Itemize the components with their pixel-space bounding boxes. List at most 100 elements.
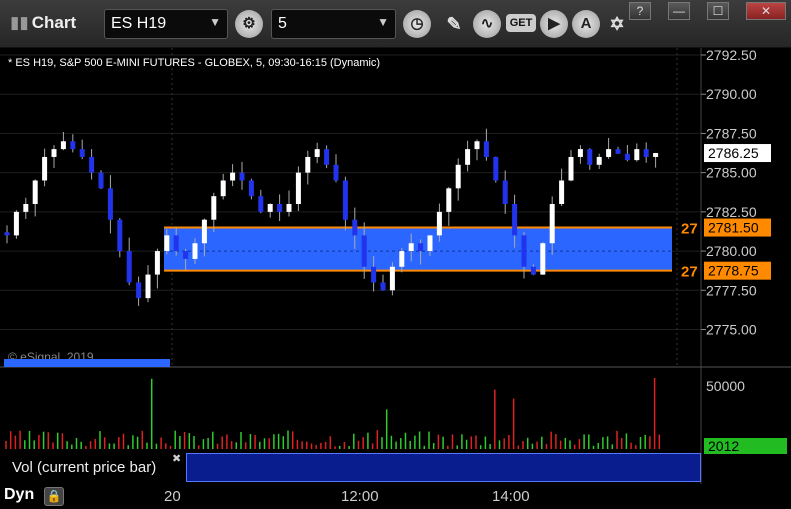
- lock-icon[interactable]: 🔒: [44, 487, 64, 506]
- candle-body: [568, 156, 574, 181]
- candle-body: [446, 188, 452, 212]
- zone-price-value: 2778.75: [708, 263, 759, 279]
- candle-body: [493, 156, 499, 181]
- play-icon[interactable]: ▶: [540, 10, 568, 38]
- candle-body: [314, 149, 320, 157]
- y-tick-label: 2780.00: [706, 243, 757, 259]
- chart-area[interactable]: * ES H19, S&P 500 E-MINI FUTURES - GLOBE…: [0, 48, 791, 484]
- toolbar: ▮▮ Chart ES H19 ▼ ⚙ 5 ▼ ◷ ✎ ∿ GET ▶ A ✡ ?…: [0, 0, 791, 48]
- candle-body: [239, 172, 245, 181]
- candle-body: [23, 204, 29, 212]
- candle-body: [436, 211, 442, 236]
- y-tick-label: 2787.50: [706, 125, 757, 141]
- candle-body: [587, 149, 593, 165]
- get-icon[interactable]: GET: [506, 14, 536, 32]
- candle-body: [13, 211, 19, 236]
- current-price-value: 2786.25: [708, 145, 759, 161]
- candle-body: [267, 204, 273, 212]
- candle-body: [596, 156, 602, 165]
- time-axis[interactable]: Dyn 🔒 20 12:00 14:00: [0, 484, 791, 509]
- candle-body: [79, 149, 85, 157]
- candle-body: [117, 219, 123, 252]
- link-icon[interactable]: ✡: [603, 10, 631, 38]
- candle-body: [643, 149, 649, 157]
- close-icon[interactable]: ✖: [172, 452, 181, 465]
- candle-body: [418, 243, 424, 252]
- candle-body: [606, 149, 612, 157]
- help-button[interactable]: ?: [629, 2, 651, 20]
- candle-body: [521, 235, 527, 267]
- candle-body: [183, 251, 189, 259]
- candle-body: [230, 172, 236, 181]
- candle-body: [512, 204, 518, 236]
- candle-body: [483, 141, 489, 157]
- gear-icon[interactable]: ⚙: [235, 10, 263, 38]
- candle-body: [324, 149, 330, 165]
- candle-body: [502, 180, 508, 205]
- app-title-text: Chart: [31, 13, 77, 32]
- candle-body: [286, 204, 292, 212]
- volume-axis-label: 50000: [706, 378, 745, 394]
- indicator-icon[interactable]: ∿: [473, 10, 501, 38]
- zone-fill: [164, 227, 672, 271]
- volume-study-strip: Vol (current price bar) ✖: [4, 453, 701, 482]
- candle-body: [32, 180, 38, 205]
- interval-select[interactable]: 5 ▼: [271, 9, 396, 39]
- candle-body: [248, 180, 254, 197]
- candle-body: [455, 164, 461, 189]
- x-tick-label: 12:00: [341, 488, 379, 505]
- candle-body: [164, 235, 170, 252]
- candle-body: [60, 141, 66, 150]
- close-button[interactable]: ✕: [746, 2, 786, 20]
- candle-body: [540, 243, 546, 275]
- y-tick-label: 2790.00: [706, 86, 757, 102]
- watermark-bar: [4, 359, 170, 367]
- candle-body: [615, 149, 621, 154]
- app-title: ▮▮ Chart: [10, 13, 76, 33]
- candle-body: [126, 251, 132, 283]
- maximize-button[interactable]: ☐: [707, 2, 729, 20]
- x-tick-label: 14:00: [492, 488, 530, 505]
- candle-body: [136, 282, 142, 299]
- alert-icon[interactable]: A: [572, 10, 600, 38]
- candle-body: [295, 172, 301, 205]
- candle-body: [380, 282, 386, 291]
- candle-body: [4, 232, 10, 236]
- y-tick-label: 2792.50: [706, 48, 757, 63]
- chevron-down-icon: ▼: [377, 15, 389, 29]
- clock-icon[interactable]: ◷: [403, 10, 431, 38]
- minimize-button[interactable]: —: [668, 2, 690, 20]
- candle-body: [465, 149, 471, 165]
- grip-icon[interactable]: ▮▮: [10, 13, 29, 32]
- candle-body: [389, 266, 395, 291]
- candle-body: [277, 204, 283, 212]
- candle-body: [408, 243, 414, 252]
- y-tick-label: 2782.50: [706, 204, 757, 220]
- candle-body: [107, 188, 113, 220]
- zone-price-prefix: 27: [681, 264, 698, 281]
- candle-body: [89, 156, 95, 173]
- chevron-down-icon: ▼: [209, 15, 221, 29]
- candle-body: [399, 251, 405, 267]
- candle-body: [361, 235, 367, 267]
- candle-body: [145, 274, 151, 299]
- candle-body: [70, 141, 76, 150]
- candle-body: [98, 172, 104, 189]
- pencil-icon[interactable]: ✎: [440, 10, 468, 38]
- candle-body: [530, 266, 536, 275]
- volume-current-value: 2012: [708, 438, 739, 454]
- candle-body: [220, 180, 226, 197]
- y-tick-label: 2785.00: [706, 165, 757, 181]
- candle-body: [258, 196, 264, 212]
- candle-body: [51, 149, 57, 157]
- candle-body: [333, 164, 339, 181]
- symbol-select[interactable]: ES H19 ▼: [104, 9, 228, 39]
- candle-body: [201, 219, 207, 244]
- candle-body: [624, 153, 630, 161]
- dyn-label[interactable]: Dyn: [4, 486, 34, 504]
- support-resistance-zone[interactable]: [164, 226, 672, 272]
- chart-header: * ES H19, S&P 500 E-MINI FUTURES - GLOBE…: [8, 57, 380, 69]
- volume-study-label[interactable]: Vol (current price bar): [4, 453, 182, 482]
- candle-body: [653, 153, 659, 157]
- candle-body: [154, 251, 160, 275]
